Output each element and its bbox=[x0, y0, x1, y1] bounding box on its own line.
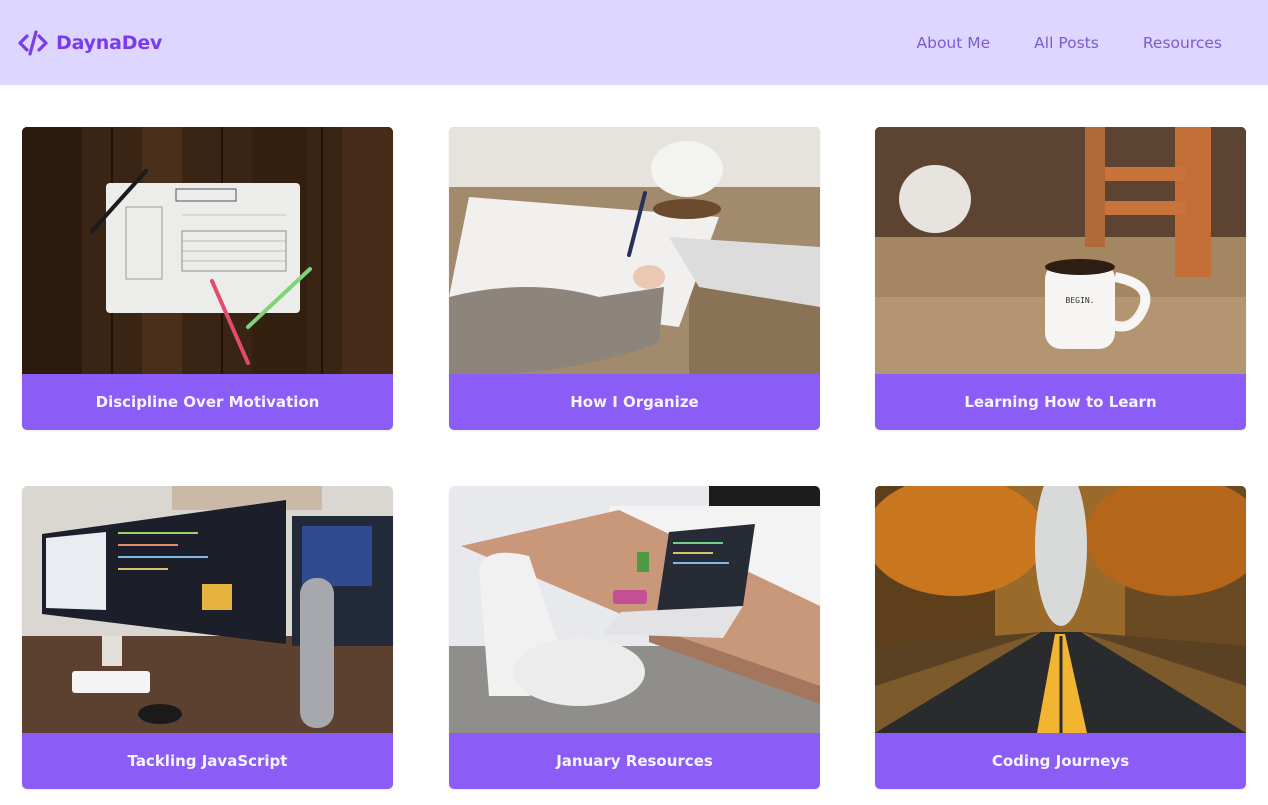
post-card-footer: How I Organize bbox=[449, 374, 820, 430]
post-card[interactable]: Discipline Over Motivation bbox=[22, 127, 393, 430]
nav-link-about-me[interactable]: About Me bbox=[917, 34, 991, 52]
post-card-footer: Tackling JavaScript bbox=[22, 733, 393, 789]
post-title: Learning How to Learn bbox=[964, 393, 1157, 411]
post-card[interactable]: How I Organize bbox=[449, 127, 820, 430]
code-brackets-icon bbox=[18, 29, 48, 56]
laptop-desk-photo bbox=[449, 486, 820, 733]
post-title: Tackling JavaScript bbox=[127, 752, 288, 770]
post-title: How I Organize bbox=[570, 393, 699, 411]
main-nav: About Me All Posts Resources bbox=[917, 34, 1245, 52]
brand-logo-link[interactable]: DaynaDev bbox=[18, 28, 162, 58]
svg-text:BEGIN.: BEGIN. bbox=[1066, 296, 1095, 305]
nav-link-all-posts[interactable]: All Posts bbox=[1034, 34, 1099, 52]
autumn-road-photo bbox=[875, 486, 1246, 733]
post-card[interactable]: Coding Journeys bbox=[875, 486, 1246, 789]
brand-name: DaynaDev bbox=[56, 31, 163, 54]
post-grid: Discipline Over Motivation How I Organiz… bbox=[22, 127, 1246, 790]
goal-review-worksheet-photo bbox=[22, 127, 393, 374]
post-card-footer: January Resources bbox=[449, 733, 820, 789]
nav-link-resources[interactable]: Resources bbox=[1143, 34, 1222, 52]
post-title: Coding Journeys bbox=[991, 752, 1130, 770]
begin-coffee-mug-photo: BEGIN. bbox=[875, 127, 1246, 374]
post-card-footer: Learning How to Learn bbox=[875, 374, 1246, 430]
post-title: January Resources bbox=[556, 752, 713, 770]
post-card[interactable]: BEGIN. Learning How to Learn bbox=[875, 127, 1246, 430]
post-card-footer: Coding Journeys bbox=[875, 733, 1246, 789]
post-card[interactable]: Tackling JavaScript bbox=[22, 486, 393, 789]
code-monitor-desk-photo bbox=[22, 486, 393, 733]
post-title: Discipline Over Motivation bbox=[95, 393, 320, 411]
navbar: DaynaDev About Me All Posts Resources bbox=[0, 0, 1268, 85]
post-card-footer: Discipline Over Motivation bbox=[22, 374, 393, 430]
post-card[interactable]: January Resources bbox=[449, 486, 820, 789]
person-writing-notes-photo bbox=[449, 127, 820, 374]
